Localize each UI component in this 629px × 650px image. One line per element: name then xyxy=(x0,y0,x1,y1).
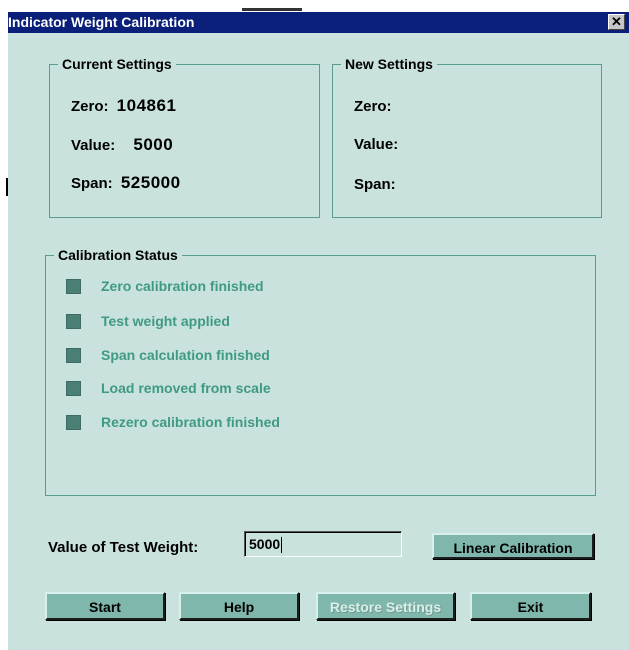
status-span-calculation: Span calculation finished xyxy=(66,347,270,363)
current-settings-label: Current Settings xyxy=(58,56,176,72)
close-icon: ✕ xyxy=(611,14,622,29)
exit-button[interactable]: Exit xyxy=(470,592,591,620)
background-artifact xyxy=(242,8,302,11)
calibration-status-group: Calibration Status Zero calibration fini… xyxy=(45,247,596,496)
calibration-dialog: Indicator Weight Calibration ✕ Current S… xyxy=(8,12,629,650)
status-test-weight-applied: Test weight applied xyxy=(66,313,230,329)
new-settings-group: New Settings Zero: Value: Span: xyxy=(332,56,602,218)
status-zero-calibration: Zero calibration finished xyxy=(66,278,264,294)
status-load-removed: Load removed from scale xyxy=(66,380,271,396)
new-zero-label: Zero: xyxy=(354,98,392,115)
status-item-label: Test weight applied xyxy=(101,313,230,329)
current-span-row: Span: 525000 xyxy=(71,173,181,193)
window-title: Indicator Weight Calibration xyxy=(8,14,195,30)
status-rezero-calibration: Rezero calibration finished xyxy=(66,414,280,430)
current-span-label: Span: xyxy=(71,175,113,192)
status-item-label: Span calculation finished xyxy=(101,347,270,363)
title-bar[interactable]: Indicator Weight Calibration ✕ xyxy=(8,12,629,33)
status-checkbox xyxy=(66,414,81,430)
status-checkbox xyxy=(66,278,81,294)
current-zero-value: 104861 xyxy=(116,96,177,115)
restore-settings-button: Restore Settings xyxy=(316,592,455,620)
status-checkbox xyxy=(66,313,81,329)
current-value-value: 5000 xyxy=(133,135,174,154)
status-item-label: Load removed from scale xyxy=(101,380,271,396)
test-weight-value: 5000 xyxy=(249,536,281,552)
calibration-status-label: Calibration Status xyxy=(54,247,182,263)
test-weight-label: Value of Test Weight: xyxy=(48,539,199,556)
new-span-label: Span: xyxy=(354,176,396,193)
status-item-label: Rezero calibration finished xyxy=(101,414,280,430)
current-zero-label: Zero: xyxy=(71,98,109,115)
status-checkbox xyxy=(66,347,81,363)
start-button[interactable]: Start xyxy=(45,592,165,620)
current-settings-group: Current Settings Zero: 104861 Value: 500… xyxy=(49,56,320,218)
linear-calibration-button[interactable]: Linear Calibration xyxy=(432,533,594,559)
new-value-label: Value: xyxy=(354,136,399,153)
current-zero-row: Zero: 104861 xyxy=(71,96,176,116)
help-button[interactable]: Help xyxy=(179,592,299,620)
close-button[interactable]: ✕ xyxy=(608,14,625,30)
test-weight-input[interactable]: 5000 xyxy=(244,531,402,557)
current-value-label: Value: xyxy=(71,137,116,154)
status-item-label: Zero calibration finished xyxy=(101,278,264,294)
current-span-value: 525000 xyxy=(120,173,181,192)
new-settings-label: New Settings xyxy=(341,56,437,72)
status-checkbox xyxy=(66,380,81,396)
text-caret xyxy=(281,537,283,554)
current-value-row: Value: 5000 xyxy=(71,135,173,155)
